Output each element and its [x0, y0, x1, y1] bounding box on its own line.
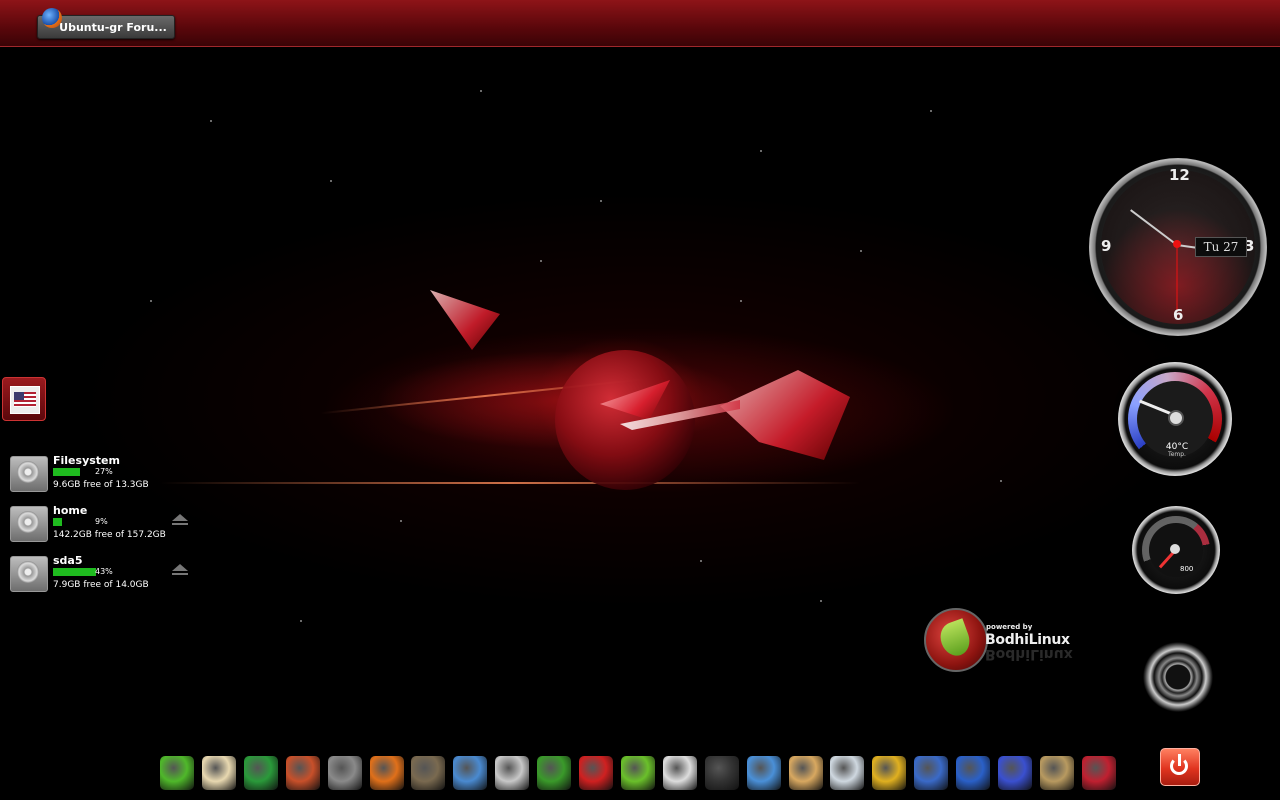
image-viewer-icon[interactable] — [327, 756, 362, 790]
red-panda-icon[interactable] — [285, 756, 320, 790]
temperature-pivot — [1168, 410, 1184, 426]
globe-tool-icon[interactable] — [537, 756, 572, 790]
firefox-icon[interactable] — [369, 756, 404, 790]
filesystem-item[interactable]: Filesystem 27% 9.6GB free of 13.3GB — [10, 454, 200, 496]
network-globe-icon[interactable] — [956, 756, 991, 790]
speed-value: 800 — [1180, 565, 1194, 573]
gramophone-icon[interactable] — [1039, 756, 1074, 790]
clock-number-9: 9 — [1101, 237, 1112, 255]
free-space-text: 9.6GB free of 13.3GB — [53, 480, 149, 490]
keyboard-layout-button[interactable] — [2, 377, 46, 421]
hard-drive-icon — [10, 556, 48, 592]
usage-bar — [53, 468, 80, 476]
swirl-icon[interactable] — [746, 756, 781, 790]
cd-player-icon[interactable] — [830, 756, 865, 790]
usage-percent: 43% — [95, 567, 113, 576]
inkscape-icon[interactable] — [453, 756, 488, 790]
clock-number-12: 12 — [1169, 166, 1190, 184]
filesystem-item[interactable]: home 9% 142.2GB free of 157.2GB — [10, 504, 200, 546]
usage-percent: 9% — [95, 517, 108, 526]
egg-icon[interactable] — [201, 756, 236, 790]
filesystem-item[interactable]: sda5 43% 7.9GB free of 14.0GB — [10, 554, 200, 596]
leaf-editor-icon[interactable] — [620, 756, 655, 790]
top-panel: Ubuntu-gr Foru... — [0, 0, 1280, 47]
clock-center — [1173, 240, 1181, 248]
usage-bar — [53, 518, 62, 526]
free-space-text: 7.9GB free of 14.0GB — [53, 580, 149, 590]
clock-date: Tu 27 — [1195, 237, 1247, 257]
branding-small-text: powered by — [986, 623, 1033, 631]
filesystem-name: home — [53, 504, 88, 517]
music-folder-icon[interactable] — [788, 756, 823, 790]
monitor-icon[interactable] — [243, 756, 278, 790]
usage-percent: 27% — [95, 467, 113, 476]
speed-pivot — [1170, 544, 1180, 554]
us-flag-icon — [14, 392, 36, 407]
terminal-icon[interactable] — [704, 756, 739, 790]
thunderbird-icon[interactable] — [914, 756, 949, 790]
taskbar-window-title: Ubuntu-gr Foru... — [59, 20, 167, 34]
clock-second-hand — [1176, 244, 1178, 310]
leaf-launcher-icon[interactable] — [160, 756, 194, 790]
desktop-wallpaper — [0, 0, 1280, 800]
clock-number-6: 6 — [1173, 306, 1184, 324]
photo-editor-icon[interactable] — [495, 756, 530, 790]
color-palette-icon[interactable] — [872, 756, 907, 790]
firefox-icon — [42, 8, 62, 28]
power-button[interactable] — [1160, 748, 1200, 786]
yin-yang-icon[interactable] — [662, 756, 697, 790]
eject-icon[interactable] — [172, 564, 188, 575]
usage-bar — [53, 568, 96, 576]
branding-reflection: BodhiLinux — [985, 646, 1073, 662]
temperature-label: Temp. — [1168, 451, 1186, 458]
filesystem-name: sda5 — [53, 554, 83, 567]
hard-drive-icon — [10, 456, 48, 492]
red-dragon-icon[interactable] — [1081, 756, 1116, 790]
usb-drive-icon[interactable] — [998, 756, 1032, 790]
hard-drive-icon — [10, 506, 48, 542]
german-flag-icon[interactable] — [579, 756, 613, 790]
eject-icon[interactable] — [172, 514, 188, 525]
filesystem-name: Filesystem — [53, 454, 120, 467]
free-space-text: 142.2GB free of 157.2GB — [53, 530, 166, 540]
speaker-icon[interactable] — [1143, 642, 1213, 712]
gimp-icon[interactable] — [411, 756, 446, 790]
